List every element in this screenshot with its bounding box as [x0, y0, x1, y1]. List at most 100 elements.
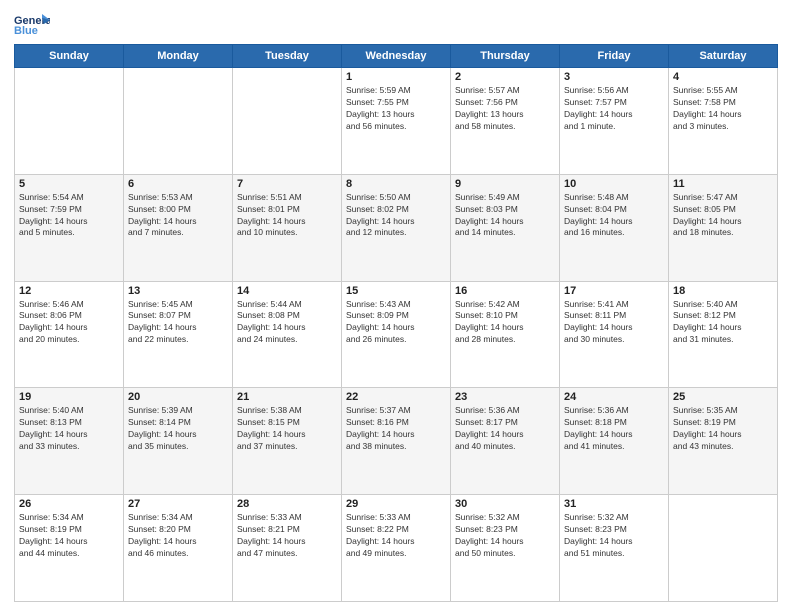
day-info: Sunrise: 5:50 AM Sunset: 8:02 PM Dayligh…: [346, 192, 446, 240]
calendar-cell: 30Sunrise: 5:32 AM Sunset: 8:23 PM Dayli…: [451, 495, 560, 602]
calendar-cell: 17 Sunrise: 5:41 AM Sunset: 8:11 PM Dayli…: [560, 281, 669, 388]
day-info: Sunrise: 5:36 AM Sunset: 8:18 PM Dayligh…: [564, 405, 664, 453]
calendar-cell: 7Sunrise: 5:51 AM Sunset: 8:01 PM Daylig…: [233, 174, 342, 281]
day-number: 27: [128, 498, 228, 510]
day-number: 16: [455, 285, 555, 297]
day-number: 19: [19, 391, 119, 403]
calendar-row-1: 5Sunrise: 5:54 AM Sunset: 7:59 PM Daylig…: [15, 174, 778, 281]
day-info: Sunrise: 5:38 AM Sunset: 8:15 PM Dayligh…: [237, 405, 337, 453]
weekday-header-monday: Monday: [124, 45, 233, 68]
day-number: 6: [128, 178, 228, 190]
day-number: 29: [346, 498, 446, 510]
day-number: 18: [673, 285, 773, 297]
day-number: 9: [455, 178, 555, 190]
day-info: Sunrise: 5:44 AM Sunset: 8:08 PM Dayligh…: [237, 299, 337, 347]
day-number: 23: [455, 391, 555, 403]
day-info: Sunrise: 5:41 AM Sunset: 8:11 PM Dayligh…: [564, 299, 664, 347]
day-info: Sunrise: 5:40 AM Sunset: 8:13 PM Dayligh…: [19, 405, 119, 453]
day-number: 22: [346, 391, 446, 403]
logo-icon: General Blue: [14, 10, 50, 38]
calendar-row-0: 1Sunrise: 5:59 AM Sunset: 7:55 PM Daylig…: [15, 68, 778, 175]
logo: General Blue: [14, 10, 50, 38]
day-number: 14: [237, 285, 337, 297]
calendar-cell: 22 Sunrise: 5:37 AM Sunset: 8:16 PM Dayli…: [342, 388, 451, 495]
calendar-cell: 21Sunrise: 5:38 AM Sunset: 8:15 PM Dayli…: [233, 388, 342, 495]
calendar-cell: 6 Sunrise: 5:53 AM Sunset: 8:00 PM Daylig…: [124, 174, 233, 281]
day-number: 12: [19, 285, 119, 297]
day-info: Sunrise: 5:34 AM Sunset: 8:20 PM Dayligh…: [128, 512, 228, 560]
day-number: 8: [346, 178, 446, 190]
day-number: 3: [564, 71, 664, 83]
day-number: 24: [564, 391, 664, 403]
day-info: Sunrise: 5:40 AM Sunset: 8:12 PM Dayligh…: [673, 299, 773, 347]
calendar-cell: 19 Sunrise: 5:40 AM Sunset: 8:13 PM Dayli…: [15, 388, 124, 495]
calendar-cell: [124, 68, 233, 175]
day-info: Sunrise: 5:35 AM Sunset: 8:19 PM Dayligh…: [673, 405, 773, 453]
day-info: Sunrise: 5:32 AM Sunset: 8:23 PM Dayligh…: [564, 512, 664, 560]
calendar-cell: 24 Sunrise: 5:36 AM Sunset: 8:18 PM Dayli…: [560, 388, 669, 495]
calendar-cell: 9 Sunrise: 5:49 AM Sunset: 8:03 PM Daylig…: [451, 174, 560, 281]
day-info: Sunrise: 5:55 AM Sunset: 7:58 PM Dayligh…: [673, 85, 773, 133]
day-info: Sunrise: 5:39 AM Sunset: 8:14 PM Dayligh…: [128, 405, 228, 453]
svg-text:Blue: Blue: [14, 25, 38, 37]
calendar-row-4: 26 Sunrise: 5:34 AM Sunset: 8:19 PM Dayli…: [15, 495, 778, 602]
calendar-cell: [15, 68, 124, 175]
calendar-cell: 14 Sunrise: 5:44 AM Sunset: 8:08 PM Dayli…: [233, 281, 342, 388]
weekday-header-sunday: Sunday: [15, 45, 124, 68]
weekday-header-thursday: Thursday: [451, 45, 560, 68]
day-info: Sunrise: 5:49 AM Sunset: 8:03 PM Dayligh…: [455, 192, 555, 240]
calendar-cell: [233, 68, 342, 175]
day-number: 28: [237, 498, 337, 510]
day-number: 1: [346, 71, 446, 83]
day-number: 4: [673, 71, 773, 83]
weekday-header-row: SundayMondayTuesdayWednesdayThursdayFrid…: [15, 45, 778, 68]
day-info: Sunrise: 5:57 AM Sunset: 7:56 PM Dayligh…: [455, 85, 555, 133]
day-number: 10: [564, 178, 664, 190]
day-info: Sunrise: 5:33 AM Sunset: 8:21 PM Dayligh…: [237, 512, 337, 560]
day-info: Sunrise: 5:54 AM Sunset: 7:59 PM Dayligh…: [19, 192, 119, 240]
calendar-cell: 3 Sunrise: 5:56 AM Sunset: 7:57 PM Daylig…: [560, 68, 669, 175]
day-info: Sunrise: 5:37 AM Sunset: 8:16 PM Dayligh…: [346, 405, 446, 453]
calendar-cell: 18 Sunrise: 5:40 AM Sunset: 8:12 PM Dayli…: [669, 281, 778, 388]
day-info: Sunrise: 5:56 AM Sunset: 7:57 PM Dayligh…: [564, 85, 664, 133]
day-info: Sunrise: 5:47 AM Sunset: 8:05 PM Dayligh…: [673, 192, 773, 240]
day-info: Sunrise: 5:36 AM Sunset: 8:17 PM Dayligh…: [455, 405, 555, 453]
calendar-cell: 23 Sunrise: 5:36 AM Sunset: 8:17 PM Dayli…: [451, 388, 560, 495]
calendar-row-3: 19 Sunrise: 5:40 AM Sunset: 8:13 PM Dayli…: [15, 388, 778, 495]
calendar-cell: 29 Sunrise: 5:33 AM Sunset: 8:22 PM Dayli…: [342, 495, 451, 602]
day-number: 17: [564, 285, 664, 297]
calendar-cell: 10 Sunrise: 5:48 AM Sunset: 8:04 PM Dayli…: [560, 174, 669, 281]
day-info: Sunrise: 5:53 AM Sunset: 8:00 PM Dayligh…: [128, 192, 228, 240]
calendar-cell: 28 Sunrise: 5:33 AM Sunset: 8:21 PM Dayli…: [233, 495, 342, 602]
calendar-cell: 1Sunrise: 5:59 AM Sunset: 7:55 PM Daylig…: [342, 68, 451, 175]
day-number: 13: [128, 285, 228, 297]
day-info: Sunrise: 5:33 AM Sunset: 8:22 PM Dayligh…: [346, 512, 446, 560]
day-info: Sunrise: 5:42 AM Sunset: 8:10 PM Dayligh…: [455, 299, 555, 347]
calendar-cell: [669, 495, 778, 602]
calendar-cell: 5Sunrise: 5:54 AM Sunset: 7:59 PM Daylig…: [15, 174, 124, 281]
calendar-cell: 27 Sunrise: 5:34 AM Sunset: 8:20 PM Dayli…: [124, 495, 233, 602]
page: General Blue SundayMondayTuesdayWednesda…: [0, 0, 792, 612]
calendar-cell: 31 Sunrise: 5:32 AM Sunset: 8:23 PM Dayli…: [560, 495, 669, 602]
calendar-cell: 8 Sunrise: 5:50 AM Sunset: 8:02 PM Daylig…: [342, 174, 451, 281]
calendar-cell: 20 Sunrise: 5:39 AM Sunset: 8:14 PM Dayli…: [124, 388, 233, 495]
calendar-cell: 2 Sunrise: 5:57 AM Sunset: 7:56 PM Daylig…: [451, 68, 560, 175]
weekday-header-saturday: Saturday: [669, 45, 778, 68]
day-number: 2: [455, 71, 555, 83]
day-number: 30: [455, 498, 555, 510]
day-info: Sunrise: 5:51 AM Sunset: 8:01 PM Dayligh…: [237, 192, 337, 240]
day-number: 15: [346, 285, 446, 297]
header: General Blue: [14, 10, 778, 38]
weekday-header-wednesday: Wednesday: [342, 45, 451, 68]
day-number: 26: [19, 498, 119, 510]
calendar-cell: 26 Sunrise: 5:34 AM Sunset: 8:19 PM Dayli…: [15, 495, 124, 602]
calendar-row-2: 12Sunrise: 5:46 AM Sunset: 8:06 PM Dayli…: [15, 281, 778, 388]
day-info: Sunrise: 5:43 AM Sunset: 8:09 PM Dayligh…: [346, 299, 446, 347]
day-number: 20: [128, 391, 228, 403]
day-number: 31: [564, 498, 664, 510]
calendar-cell: 12Sunrise: 5:46 AM Sunset: 8:06 PM Dayli…: [15, 281, 124, 388]
calendar-cell: 4 Sunrise: 5:55 AM Sunset: 7:58 PM Daylig…: [669, 68, 778, 175]
day-number: 11: [673, 178, 773, 190]
day-info: Sunrise: 5:48 AM Sunset: 8:04 PM Dayligh…: [564, 192, 664, 240]
day-info: Sunrise: 5:34 AM Sunset: 8:19 PM Dayligh…: [19, 512, 119, 560]
